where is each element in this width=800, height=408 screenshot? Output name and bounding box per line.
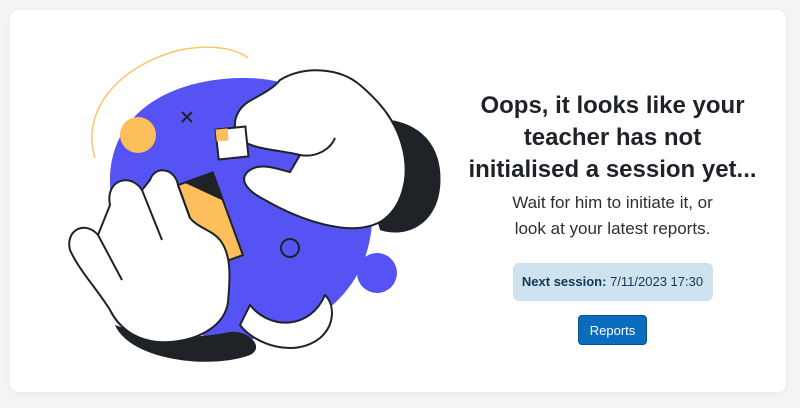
subtitle-line-1: Wait for him to initiate it, or	[512, 193, 713, 212]
title-line-3: initialised a session yet...	[468, 156, 757, 183]
empty-state-message: Oops, it looks like your teacher has not…	[450, 90, 775, 345]
waiting-hands-illustration	[50, 40, 450, 385]
page-subtitle: Wait for him to initiate it, or look at …	[450, 190, 775, 242]
subtitle-line-2: look at your latest reports.	[514, 219, 711, 238]
title-line-1: Oops, it looks like your	[480, 92, 745, 119]
next-session-badge: Next session: 7/11/2023 17:30	[512, 263, 713, 301]
reports-button[interactable]: Reports	[577, 315, 648, 345]
next-session-value: 7/11/2023 17:30	[610, 274, 704, 289]
page-title: Oops, it looks like your teacher has not…	[450, 90, 775, 186]
title-line-2: teacher has not	[523, 124, 702, 151]
next-session-label: Next session:	[521, 274, 607, 289]
empty-state-card: Oops, it looks like your teacher has not…	[10, 10, 786, 392]
